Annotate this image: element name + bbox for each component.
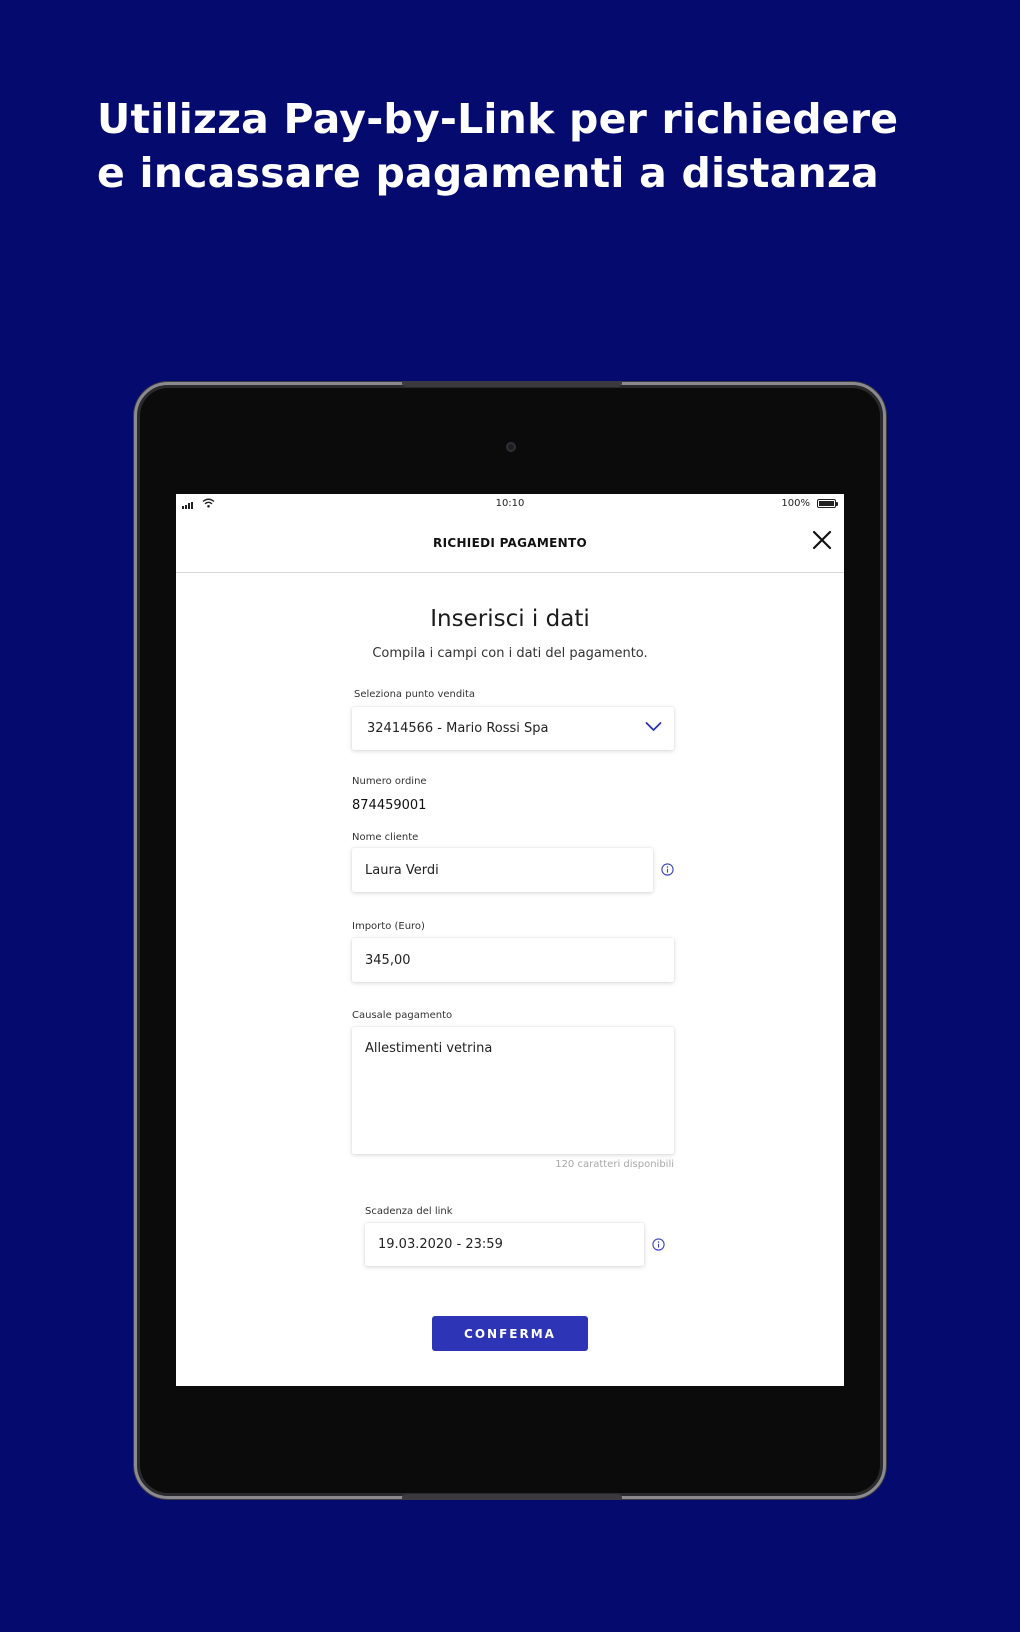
payment-reason-value: Allestimenti vetrina — [365, 1041, 493, 1056]
store-select-value: 32414566 - Mario Rossi Spa — [367, 721, 549, 736]
promo-headline: Utilizza Pay-by-Link per richiedere e in… — [97, 92, 917, 200]
close-icon[interactable] — [810, 528, 834, 552]
store-select[interactable]: 32414566 - Mario Rossi Spa — [352, 707, 674, 750]
confirm-button[interactable]: CONFERMA — [432, 1316, 588, 1351]
info-icon[interactable] — [661, 863, 674, 876]
payment-reason-label: Causale pagamento — [352, 1010, 453, 1021]
link-expiry-field[interactable]: 19.03.2020 - 23:59 — [365, 1223, 644, 1266]
info-icon[interactable] — [652, 1238, 665, 1251]
customer-name-value: Laura Verdi — [365, 862, 439, 878]
app-screen: 10:10 100% RICHIEDI PAGAMENTO Inserisci … — [176, 494, 844, 1386]
headline-line-2: e incassare pagamenti a distanza — [97, 149, 879, 197]
link-expiry-value: 19.03.2020 - 23:59 — [378, 1237, 503, 1252]
tablet-top-button — [402, 382, 622, 387]
navigation-bar: RICHIEDI PAGAMENTO — [176, 516, 844, 573]
headline-line-1: Utilizza Pay-by-Link per richiedere — [97, 95, 899, 143]
chevron-down-icon — [645, 722, 662, 731]
battery-percentage: 100% — [781, 498, 810, 509]
status-time: 10:10 — [495, 498, 525, 509]
store-select-label: Seleziona punto vendita — [354, 689, 476, 700]
tablet-bottom-button — [402, 1494, 622, 1499]
form-subtitle: Compila i campi con i dati del pagamento… — [372, 646, 648, 661]
nav-title: RICHIEDI PAGAMENTO — [433, 536, 587, 550]
customer-name-label: Nome cliente — [352, 832, 419, 843]
payment-reason-textarea[interactable]: Allestimenti vetrina — [352, 1027, 674, 1154]
battery-icon — [817, 499, 838, 508]
camera-icon — [506, 442, 516, 452]
char-counter: 120 caratteri disponibili — [555, 1159, 674, 1170]
amount-field[interactable]: 345,00 — [352, 938, 674, 982]
status-bar: 10:10 100% — [176, 494, 844, 516]
customer-name-field[interactable]: Laura Verdi — [352, 848, 653, 892]
order-number-label: Numero ordine — [352, 776, 427, 787]
link-expiry-label: Scadenza del link — [365, 1206, 453, 1217]
form-title: Inserisci i dati — [430, 606, 590, 632]
order-number-value: 874459001 — [352, 798, 427, 813]
amount-label: Importo (Euro) — [352, 921, 425, 932]
amount-value: 345,00 — [365, 952, 411, 968]
